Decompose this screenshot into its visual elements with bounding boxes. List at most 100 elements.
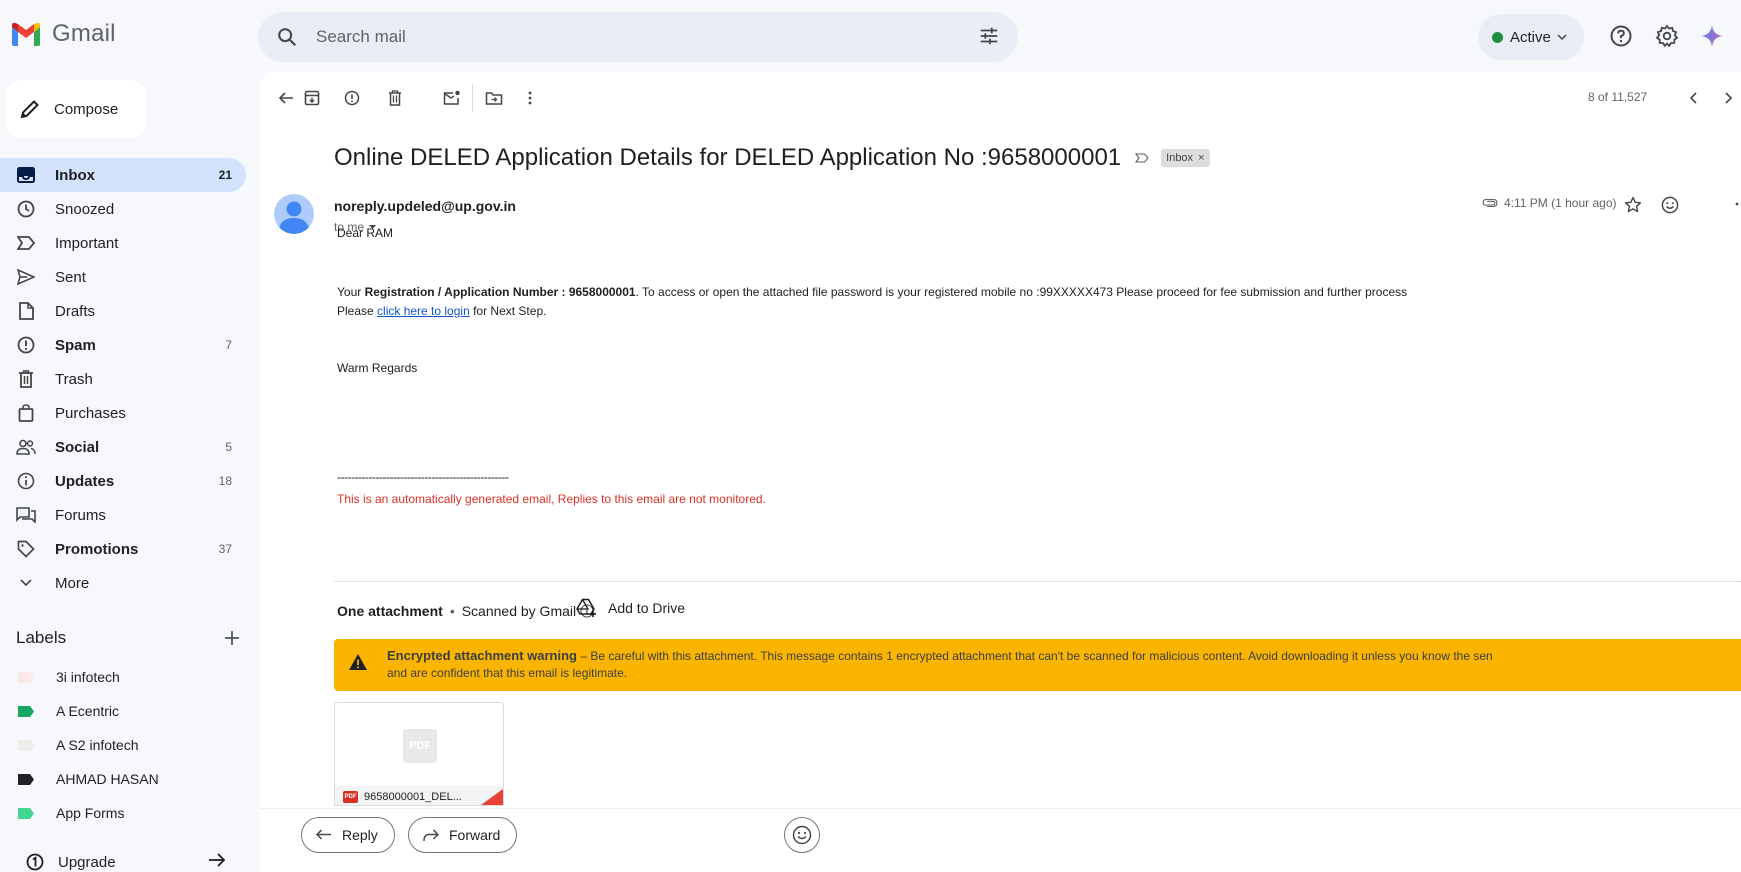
gemini-icon[interactable]: [1700, 24, 1724, 48]
back-arrow-icon[interactable]: [274, 86, 298, 110]
warning-body: – Be careful with this attachment. This …: [576, 649, 1493, 663]
line2-prefix: Please: [337, 304, 378, 318]
nav-label: Sent: [55, 268, 86, 286]
sidebar-item-important[interactable]: Important: [0, 226, 246, 260]
registration-number: Registration / Application Number : 9658…: [364, 285, 636, 299]
report-icon: [16, 335, 36, 355]
sidebar-item-updates[interactable]: Updates 18: [0, 464, 246, 498]
help-icon[interactable]: [1609, 24, 1633, 48]
emoji-icon[interactable]: [1661, 196, 1679, 214]
attachment-divider: [334, 581, 1741, 582]
signature-divider: ----------------------------------------…: [337, 470, 509, 484]
login-link[interactable]: click here to login: [377, 304, 470, 318]
info-icon: [16, 471, 36, 491]
sidebar-item-sent[interactable]: Sent: [0, 260, 246, 294]
forward-button[interactable]: Forward: [408, 817, 518, 853]
avatar[interactable]: [274, 194, 314, 234]
star-icon[interactable]: [1624, 196, 1642, 214]
delete-icon[interactable]: [383, 86, 407, 110]
more-vert-icon[interactable]: [1735, 196, 1739, 212]
sidebar-item-forums[interactable]: Forums: [0, 498, 246, 532]
forum-icon: [16, 505, 36, 525]
label-name: App Forms: [56, 805, 125, 821]
attachment-count: One attachment: [337, 603, 443, 619]
search-bar[interactable]: [258, 12, 1018, 62]
emoji-icon: [792, 825, 812, 845]
sidebar-item-drafts[interactable]: Drafts: [0, 294, 246, 328]
nav-label: Forums: [55, 506, 106, 524]
emoji-reaction-button[interactable]: [784, 817, 820, 853]
label-name: A Ecentric: [56, 703, 120, 719]
move-to-icon[interactable]: [482, 86, 506, 110]
sidebar-item-promotions[interactable]: Promotions 37: [0, 532, 246, 566]
add-to-drive-button[interactable]: Add to Drive: [576, 598, 685, 618]
mark-unread-icon[interactable]: [440, 86, 464, 110]
more-vert-icon[interactable]: [518, 86, 542, 110]
chip-remove-icon[interactable]: ×: [1198, 152, 1204, 164]
tune-icon[interactable]: [978, 25, 1000, 47]
nav-label: Inbox: [55, 166, 95, 184]
search-icon[interactable]: [276, 26, 298, 48]
received-time: 4:11 PM (1 hour ago): [1504, 196, 1617, 210]
nav-label: Social: [55, 438, 100, 456]
plus-icon[interactable]: [224, 630, 240, 646]
search-input[interactable]: [316, 22, 916, 52]
sender-email[interactable]: noreply.updeled@up.gov.in: [334, 198, 516, 214]
status-dropdown[interactable]: Active: [1478, 14, 1584, 60]
chevron-right-icon[interactable]: [1716, 86, 1740, 110]
add-to-drive-label: Add to Drive: [608, 600, 686, 616]
tag-icon: [16, 539, 36, 559]
label-tag-icon: [18, 705, 34, 717]
nav-label: More: [55, 574, 90, 592]
pdf-file-icon: PDF: [343, 791, 358, 803]
reply-button[interactable]: Reply: [301, 817, 395, 853]
pencil-icon: [20, 100, 39, 119]
settings-icon[interactable]: [1655, 24, 1679, 48]
label-item[interactable]: App Forms: [0, 796, 256, 830]
unread-count: 5: [225, 440, 232, 454]
report-spam-icon[interactable]: [340, 86, 364, 110]
chip-label: Inbox: [1166, 152, 1194, 164]
send-icon: [16, 267, 36, 287]
sidebar-item-inbox[interactable]: Inbox 21: [0, 158, 246, 192]
actions-divider: [260, 808, 1741, 809]
importance-marker-icon[interactable]: [1135, 153, 1149, 163]
draft-icon: [16, 301, 36, 321]
label-item[interactable]: A Ecentric: [0, 694, 256, 728]
sidebar-item-trash[interactable]: Trash: [0, 362, 246, 396]
nav-label: Promotions: [55, 540, 139, 558]
unread-count: 18: [218, 474, 232, 488]
warning-text: Encrypted attachment warning – Be carefu…: [387, 647, 1741, 682]
upgrade-icon: [26, 853, 44, 871]
inbox-label-chip[interactable]: Inbox ×: [1161, 149, 1210, 167]
upgrade-arrow-icon: [209, 853, 226, 867]
sidebar-item-more[interactable]: More: [0, 566, 246, 600]
compose-label: Compose: [54, 100, 119, 118]
auto-generated-notice: This is an automatically generated email…: [337, 492, 766, 506]
sidebar-item-purchases[interactable]: Purchases: [0, 396, 246, 430]
label-item[interactable]: A S2 infotech: [0, 728, 256, 762]
sidebar-item-snoozed[interactable]: Snoozed: [0, 192, 246, 226]
archive-icon[interactable]: [300, 86, 324, 110]
gmail-brand[interactable]: Gmail: [10, 20, 116, 48]
line1-rest: . To access or open the attached file pa…: [635, 285, 1408, 299]
sidebar-item-spam[interactable]: Spam 7: [0, 328, 246, 362]
attachment-card[interactable]: PDF PDF 9658000001_DEL...: [334, 702, 504, 806]
label-list: 3i infotech A Ecentric A S2 infotech AHM…: [0, 660, 256, 830]
attachment-footer: PDF 9658000001_DEL...: [335, 786, 503, 805]
upgrade-link[interactable]: Upgrade: [26, 852, 226, 872]
nav-label: Spam: [55, 336, 96, 354]
clock-icon: [16, 199, 36, 219]
inbox-icon: [16, 165, 36, 185]
people-icon: [16, 437, 36, 457]
toolbar-divider: [472, 84, 473, 112]
reply-icon: [316, 829, 331, 840]
warning-title: Encrypted attachment warning: [387, 648, 577, 663]
sidebar-item-social[interactable]: Social 5: [0, 430, 246, 464]
message-meta: 4:11 PM (1 hour ago): [1482, 196, 1617, 210]
compose-button[interactable]: Compose: [6, 80, 146, 138]
chevron-left-icon[interactable]: [1682, 86, 1706, 110]
label-item[interactable]: AHMAD HASAN: [0, 762, 256, 796]
label-item[interactable]: 3i infotech: [0, 660, 256, 694]
pdf-preview-icon: PDF: [403, 729, 437, 763]
